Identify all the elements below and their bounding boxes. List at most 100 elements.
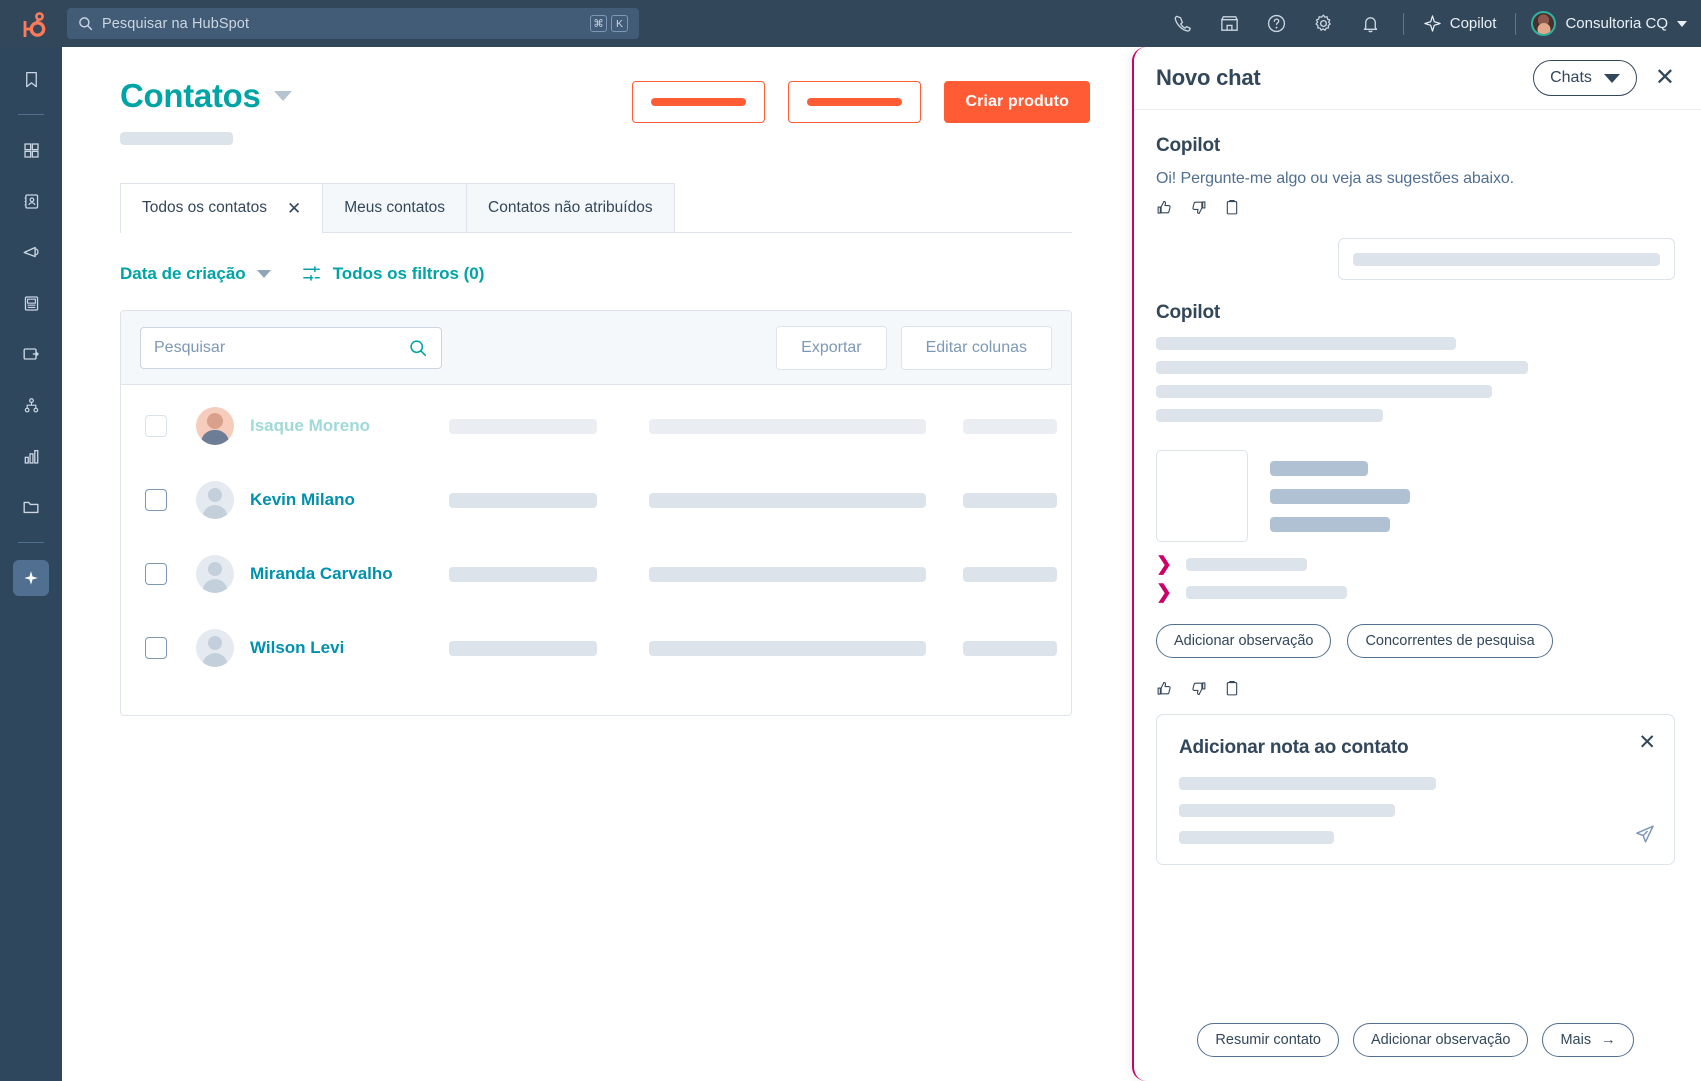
close-icon[interactable]: ✕ [287,200,301,217]
chip-concorrentes-de-pesquisa[interactable]: Concorrentes de pesquisa [1347,624,1553,658]
contacts-card-icon [24,193,38,209]
commerce-wallet-icon [23,348,39,360]
row-checkbox[interactable] [145,563,167,585]
thumbs-up-icon[interactable] [1156,199,1173,216]
sidebar-item-library[interactable] [13,489,49,525]
table-row[interactable]: Wilson Levi [121,611,1071,685]
chip-label: Adicionar observação [1371,1032,1511,1048]
note-body-placeholder[interactable] [1179,777,1652,844]
button-label-placeholder [651,98,747,106]
close-icon[interactable]: ✕ [1655,66,1675,90]
assistant-greeting: Oi! Pergunte-me algo ou veja as sugestõe… [1156,170,1514,187]
search-shortcut: ⌘ K [590,15,628,32]
create-product-button[interactable]: Criar produto [944,81,1090,123]
tab-todos-os-contatos[interactable]: Todos os contatos ✕ [120,183,324,233]
row-checkbox[interactable] [145,489,167,511]
table-row[interactable]: Miranda Carvalho [121,537,1071,611]
contact-name-link[interactable]: Isaque Moreno [250,416,436,436]
cell-placeholder [649,418,926,434]
table-search-input[interactable]: Pesquisar [140,326,442,369]
copilot-button[interactable]: Copilot [1413,0,1507,47]
megaphone-icon [23,246,39,258]
sparkle-icon [1424,15,1441,32]
sidebar-item-content[interactable] [13,285,49,321]
expandable-item[interactable]: ❯ [1156,583,1675,602]
cell-placeholder [963,492,1057,508]
answer-line [1156,409,1383,422]
secondary-action-button-1[interactable] [632,81,766,123]
secondary-action-button-2[interactable] [788,81,922,123]
result-line [1270,517,1390,532]
phone-icon[interactable] [1159,0,1206,47]
sidebar-item-reporting[interactable] [13,438,49,474]
tab-meus-contatos[interactable]: Meus contatos [323,183,468,232]
edit-columns-button[interactable]: Editar colunas [900,325,1052,370]
contacts-rows: Isaque Moreno Kevin Milano Miranda Carva… [121,385,1071,715]
sidebar-item-copilot[interactable] [13,560,49,596]
avatar [196,555,234,593]
contact-name-link[interactable]: Kevin Milano [250,490,436,510]
close-icon[interactable]: ✕ [1638,732,1656,753]
copilot-sparkle-icon [24,571,38,585]
thumbs-down-icon[interactable] [1190,199,1207,216]
search-icon [410,339,427,356]
add-note-card: Adicionar nota ao contato ✕ [1156,714,1675,865]
note-line [1179,777,1436,790]
page-title: Contatos [120,77,261,114]
help-circle-icon[interactable] [1253,0,1300,47]
rail-divider-bottom [18,542,44,543]
tab-contatos-nao-atribuidos[interactable]: Contatos não atribuídos [467,183,675,232]
account-menu[interactable]: Consultoria CQ [1525,11,1687,36]
hubspot-logo-icon[interactable] [0,9,62,39]
sidebar-item-contacts[interactable] [13,183,49,219]
filter-label: Data de criação [120,263,246,283]
expandable-item[interactable]: ❯ [1156,555,1675,574]
chip-mais[interactable]: Mais → [1542,1023,1634,1057]
bell-icon[interactable] [1347,0,1394,47]
contact-name-link[interactable]: Wilson Levi [250,638,436,658]
chip-resumir-contato[interactable]: Resumir contato [1197,1023,1339,1057]
thumbs-up-icon[interactable] [1156,680,1173,697]
chevron-down-icon [1603,73,1620,83]
table-row[interactable]: Kevin Milano [121,463,1071,537]
cell-placeholder [449,566,597,582]
chip-adicionar-observacao[interactable]: Adicionar observação [1156,624,1332,658]
avatar [196,407,234,445]
sidebar-item-commerce[interactable] [13,336,49,372]
copy-clipboard-icon[interactable] [1224,680,1240,697]
send-note-button[interactable] [1634,823,1656,850]
sidebar-item-automation[interactable] [13,387,49,423]
row-checkbox[interactable] [145,637,167,659]
chats-dropdown[interactable]: Chats [1533,60,1637,96]
button-label-placeholder [807,98,903,106]
global-search-input[interactable]: Pesquisar na HubSpot ⌘ K [67,8,639,39]
chip-adicionar-observacao[interactable]: Adicionar observação [1353,1023,1529,1057]
sidebar-item-marketing[interactable] [13,234,49,270]
avatar [1531,11,1557,36]
arrow-right-icon: → [1601,1032,1616,1048]
tab-label: Contatos não atribuídos [488,199,653,216]
app-root: Pesquisar na HubSpot ⌘ K Copilot Consult… [0,0,1701,1081]
contact-name-link[interactable]: Miranda Carvalho [250,564,436,584]
thumbs-down-icon[interactable] [1190,680,1207,697]
content-page-icon [24,295,38,311]
marketplace-icon[interactable] [1206,0,1253,47]
copilot-panel-title: Novo chat [1156,65,1261,90]
chevron-down-icon[interactable] [273,91,292,101]
table-toolbar: Pesquisar Exportar Editar colunas [121,311,1071,385]
filter-all-filters[interactable]: Todos os filtros (0) [301,263,484,284]
sidebar-item-bookmark[interactable] [13,61,49,97]
chevron-down-icon [1677,20,1687,27]
table-row[interactable]: Isaque Moreno [121,389,1071,463]
search-icon [79,17,93,31]
filter-data-de-criacao[interactable]: Data de criação [120,264,271,284]
cell-placeholder [649,566,926,582]
row-checkbox[interactable] [145,415,167,437]
main-content: Contatos Criar produto Todos os contatos… [62,47,1132,1081]
export-button[interactable]: Exportar [776,325,887,370]
copy-clipboard-icon[interactable] [1224,199,1240,216]
nav-divider-2 [1515,12,1517,35]
gear-icon[interactable] [1300,0,1347,47]
sidebar-item-apps[interactable] [13,132,49,168]
grid-apps-icon [23,142,39,158]
